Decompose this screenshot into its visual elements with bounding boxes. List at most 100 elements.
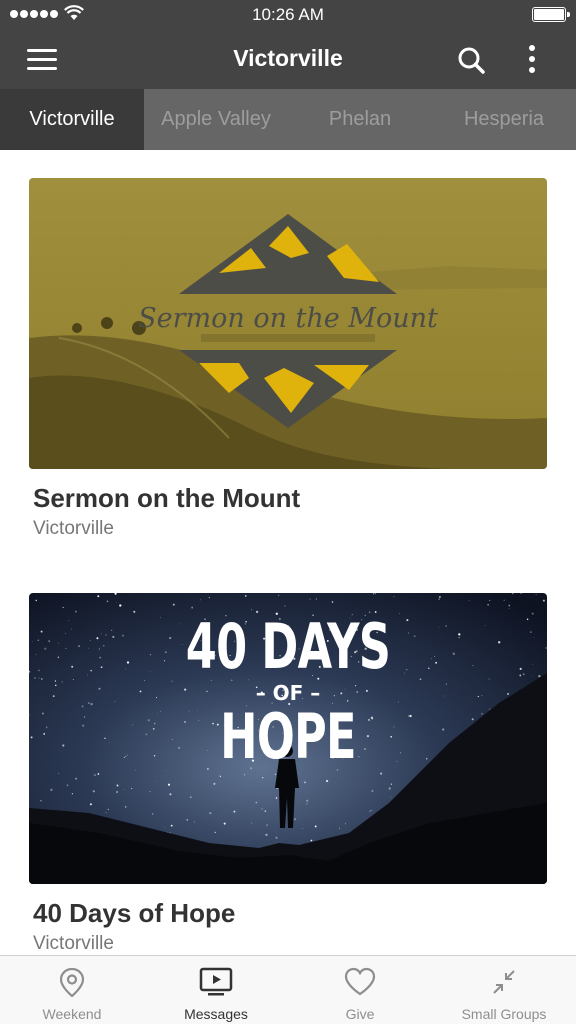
heart-icon [344,967,376,996]
collapse-arrows-icon [493,970,515,994]
star [519,674,522,677]
star [116,602,117,603]
tab-label: Small Groups [461,1006,547,1022]
star [169,793,172,796]
star [92,790,95,793]
tab-phelan[interactable]: Phelan [288,89,432,150]
star [278,594,280,596]
star [219,775,222,777]
star [131,787,133,790]
star [265,833,268,836]
star [275,797,278,799]
series-card[interactable]: Sermon on the Mount Sermon on the Mount … [29,178,547,540]
series-card[interactable]: 40 DAYS – OF – HOPE 40 Days of Hope Vict… [29,593,547,955]
star [251,822,252,824]
star [244,595,247,597]
star [38,669,40,672]
star [274,773,276,775]
search-button[interactable] [452,42,492,78]
hamburger-icon [27,49,57,70]
star [43,732,46,735]
series-artwork[interactable]: 40 DAYS – OF – HOPE [29,593,547,884]
star [58,773,60,775]
star [156,781,158,782]
star [532,664,534,665]
more-options-button[interactable] [516,42,548,78]
star [105,812,107,814]
star [62,744,65,747]
star [123,789,125,791]
star [314,825,317,828]
bottom-tab-bar: Weekend Messages Give Small Groups [0,955,576,1024]
menu-button[interactable] [22,44,66,76]
search-icon [458,47,485,74]
star [390,796,391,798]
star [325,779,329,783]
star [89,803,92,806]
artwork-line-1: 40 DAYS [185,610,391,683]
star [81,705,84,708]
star [375,593,377,595]
star [45,726,48,729]
star [223,822,226,825]
star [71,793,74,795]
star [306,803,308,805]
star [170,824,173,827]
series-title: Sermon on the Mount [33,483,301,513]
star [545,647,547,649]
artwork-logo-text: Sermon on the Mount [138,303,438,334]
star [388,787,391,790]
star [98,648,101,650]
star [438,598,440,600]
star [370,809,372,811]
star [344,823,346,825]
star [44,647,47,650]
tab-label: Messages [184,1006,248,1022]
star [87,674,88,676]
star [70,628,72,630]
star [40,630,43,633]
star [88,647,89,649]
star [535,593,537,595]
star [508,608,510,610]
star [243,774,246,776]
tab-give[interactable]: Give [288,956,432,1024]
tab-weekend[interactable]: Weekend [0,956,144,1024]
star [68,619,69,621]
battery-icon [532,7,570,22]
star [262,777,264,779]
status-time: 10:26 AM [252,5,324,24]
star [481,712,483,715]
tab-small-groups[interactable]: Small Groups [432,956,576,1024]
tab-apple-valley[interactable]: Apple Valley [144,89,288,150]
star [71,665,74,668]
star [533,636,535,638]
star [498,641,501,644]
star [38,677,40,679]
star [74,610,77,613]
star [97,773,100,775]
star [209,812,212,815]
star [72,679,74,681]
star [96,637,99,640]
star [489,599,491,601]
tab-hesperia[interactable]: Hesperia [432,89,576,150]
star [166,831,168,833]
series-artwork[interactable]: Sermon on the Mount [29,178,547,469]
star [97,595,100,598]
tab-victorville[interactable]: Victorville [0,89,144,150]
star [199,599,201,601]
tab-messages[interactable]: Messages [144,956,288,1024]
star [30,736,33,739]
star [331,601,334,603]
tab-label: Weekend [42,1006,102,1022]
star [293,818,297,821]
star [310,839,313,842]
star [484,624,486,626]
sermon-on-the-mount-artwork: Sermon on the Mount [29,178,547,469]
star [48,640,51,643]
star [40,800,42,802]
series-campus: Victorville [33,518,114,539]
star [531,612,534,615]
navigation-bar: Victorville [0,30,576,89]
